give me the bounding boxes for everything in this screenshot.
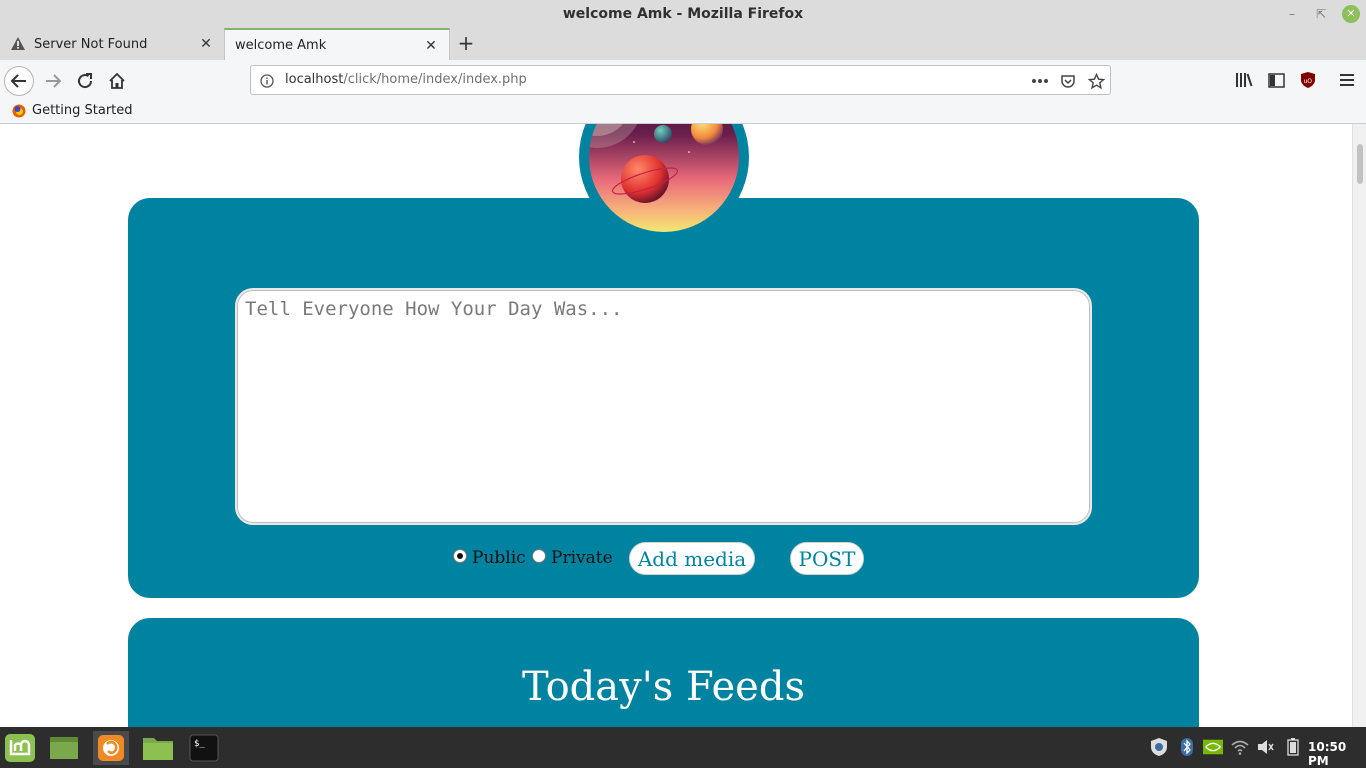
post-textarea[interactable]: Tell Everyone How Your Day Was... (235, 288, 1092, 525)
page-actions-icon[interactable] (1031, 72, 1049, 90)
feeds-title: Today's Feeds (522, 664, 805, 710)
bookmark-label: Getting Started (32, 103, 133, 118)
arrow-right-icon (46, 74, 62, 88)
url-bar[interactable]: localhost/click/home/index/index.php (250, 65, 1111, 95)
private-radio[interactable] (532, 549, 546, 563)
url-host: localhost (285, 72, 344, 87)
bookmark-star-icon[interactable] (1087, 72, 1105, 90)
taskbar: $_ 10:50 PM (0, 727, 1366, 768)
post-button[interactable]: POST (790, 542, 864, 575)
navigation-bar: localhost/click/home/index/index.php uO (0, 60, 1366, 100)
back-button[interactable] (4, 66, 34, 96)
tab-welcome[interactable]: welcome Amk ✕ (224, 28, 450, 60)
menu-icon[interactable] (1337, 70, 1357, 90)
files-icon[interactable] (140, 731, 176, 765)
show-desktop-icon[interactable] (46, 731, 82, 765)
add-media-button[interactable]: Add media (629, 542, 755, 575)
ublock-icon[interactable]: uO (1298, 70, 1318, 90)
home-button[interactable] (102, 66, 132, 96)
volume-icon[interactable] (1256, 737, 1276, 757)
composer-controls: Public Private Add media POST (0, 542, 1352, 582)
avatar-image (589, 124, 739, 232)
terminal-icon[interactable]: $_ (186, 731, 222, 765)
shield-icon[interactable] (1149, 737, 1169, 757)
svg-text:$_: $_ (194, 739, 205, 749)
nvidia-icon[interactable] (1203, 737, 1223, 757)
warning-icon (10, 36, 26, 52)
page-scrollbar[interactable] (1352, 124, 1366, 727)
pocket-icon[interactable] (1059, 72, 1077, 90)
firefox-icon (12, 104, 26, 117)
post-placeholder: Tell Everyone How Your Day Was... (245, 298, 623, 320)
feeds-panel: Today's Feeds (128, 618, 1199, 727)
firefox-taskbar-icon[interactable] (93, 731, 129, 765)
tab-server-not-found[interactable]: Server Not Found ✕ (0, 28, 224, 60)
url-text[interactable]: localhost/click/home/index/index.php (285, 72, 527, 87)
sidebar-icon[interactable] (1266, 70, 1286, 90)
window-titlebar: welcome Amk - Mozilla Firefox – ⇱ ✕ (0, 0, 1366, 28)
tab-label: Server Not Found (34, 36, 148, 52)
tab-strip: Server Not Found ✕ welcome Amk ✕ + (0, 28, 1366, 60)
forward-button[interactable] (38, 66, 68, 96)
reload-icon (78, 73, 93, 89)
private-label[interactable]: Private (551, 548, 613, 568)
url-path: /click/home/index/index.php (343, 72, 527, 87)
reload-button[interactable] (70, 66, 100, 96)
clock[interactable]: 10:50 PM (1308, 740, 1366, 768)
home-icon (109, 72, 125, 89)
new-tab-button[interactable]: + (455, 32, 477, 54)
library-icon[interactable] (1234, 70, 1254, 90)
minimize-button[interactable]: – (1283, 5, 1301, 23)
public-label[interactable]: Public (472, 548, 526, 568)
close-tab-icon[interactable]: ✕ (423, 38, 439, 54)
maximize-button[interactable]: ⇱ (1312, 5, 1330, 23)
arrow-left-icon (10, 74, 26, 88)
bookmark-getting-started[interactable]: Getting Started (12, 103, 133, 118)
wifi-icon[interactable] (1230, 737, 1250, 757)
public-radio[interactable] (453, 549, 467, 563)
window-close-button[interactable]: ✕ (1342, 5, 1360, 23)
tab-label: welcome Amk (235, 37, 327, 53)
svg-text:uO: uO (1304, 78, 1313, 85)
window-title: welcome Amk - Mozilla Firefox (562, 6, 804, 22)
close-tab-icon[interactable]: ✕ (198, 36, 214, 52)
bookmarks-toolbar: Getting Started (0, 100, 1366, 124)
page-content: Tell Everyone How Your Day Was... Public… (0, 124, 1352, 727)
scrollbar-thumb[interactable] (1357, 144, 1363, 184)
mint-menu-icon[interactable] (2, 731, 38, 765)
info-icon[interactable] (260, 73, 274, 88)
bluetooth-icon[interactable] (1177, 737, 1197, 757)
battery-icon[interactable] (1283, 737, 1303, 757)
